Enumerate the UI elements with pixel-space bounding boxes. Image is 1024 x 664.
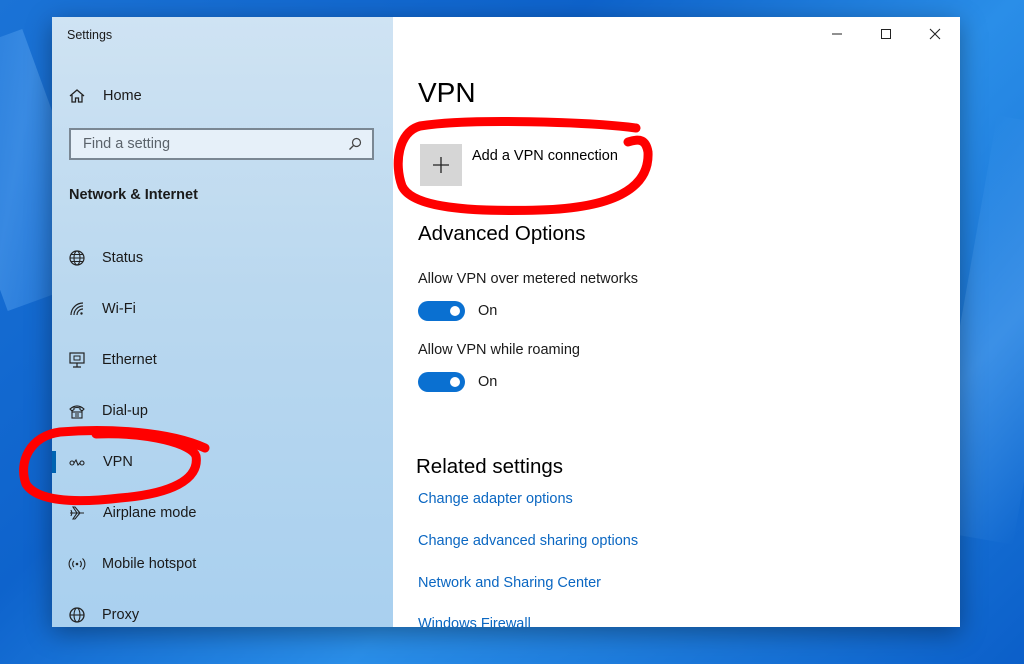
- change-adapter-options-link[interactable]: Change adapter options: [418, 491, 573, 507]
- search-input[interactable]: Find a setting: [69, 128, 374, 160]
- sidebar-item-label: Home: [103, 88, 142, 104]
- section-title: Network & Internet: [69, 187, 198, 203]
- sidebar-item-ethernet[interactable]: Ethernet: [52, 340, 393, 380]
- sidebar-item-label: Status: [102, 250, 144, 266]
- add-vpn-label[interactable]: Add a VPN connection: [472, 148, 618, 164]
- related-settings-heading: Related settings: [416, 455, 564, 478]
- maximize-icon: [881, 29, 891, 39]
- airplane-icon: [68, 504, 86, 522]
- sidebar-item-status[interactable]: Status: [52, 238, 393, 278]
- metered-networks-state: On: [478, 303, 498, 319]
- wifi-icon: [68, 300, 86, 318]
- minimize-icon: [832, 33, 842, 35]
- search-icon: [349, 137, 362, 150]
- sidebar-item-vpn[interactable]: VPN: [52, 442, 393, 482]
- minimize-button[interactable]: [814, 17, 860, 51]
- proxy-icon: [68, 606, 86, 624]
- phone-icon: [68, 402, 86, 420]
- settings-window: Settings Home Find a setting Network & I…: [52, 17, 960, 627]
- sidebar-item-label: Airplane mode: [103, 505, 197, 521]
- sidebar-item-label: Wi-Fi: [102, 301, 136, 317]
- add-vpn-button[interactable]: [420, 144, 462, 186]
- maximize-button[interactable]: [863, 17, 909, 51]
- sidebar-item-label: Mobile hotspot: [102, 556, 197, 572]
- change-advanced-sharing-link[interactable]: Change advanced sharing options: [418, 533, 638, 549]
- toggle-knob: [450, 306, 460, 316]
- advanced-options-heading: Advanced Options: [418, 222, 586, 245]
- globe-icon: [68, 249, 86, 267]
- sidebar: Settings Home Find a setting Network & I…: [52, 17, 393, 627]
- sidebar-item-airplane-mode[interactable]: Airplane mode: [52, 493, 393, 533]
- ethernet-icon: [68, 351, 86, 369]
- sidebar-item-dialup[interactable]: Dial-up: [52, 391, 393, 431]
- close-button[interactable]: [912, 17, 958, 51]
- search-placeholder: Find a setting: [83, 136, 171, 152]
- metered-networks-toggle[interactable]: [418, 301, 465, 321]
- plus-icon: [433, 157, 449, 173]
- active-indicator: [52, 451, 56, 473]
- sidebar-item-proxy[interactable]: Proxy: [52, 595, 393, 627]
- toggle-knob: [450, 377, 460, 387]
- network-sharing-center-link[interactable]: Network and Sharing Center: [418, 575, 601, 591]
- sidebar-item-label: Dial-up: [102, 403, 148, 419]
- hotspot-icon: [68, 555, 86, 573]
- window-title: Settings: [67, 28, 113, 42]
- roaming-label: Allow VPN while roaming: [418, 342, 580, 358]
- sidebar-item-home[interactable]: Home: [52, 76, 393, 116]
- roaming-state: On: [478, 374, 498, 390]
- sidebar-item-label: Ethernet: [102, 352, 157, 368]
- close-icon: [929, 28, 941, 40]
- roaming-toggle[interactable]: [418, 372, 465, 392]
- sidebar-item-mobile-hotspot[interactable]: Mobile hotspot: [52, 544, 393, 584]
- sidebar-item-label: VPN: [103, 454, 133, 470]
- sidebar-item-label: Proxy: [102, 607, 140, 623]
- page-title: VPN: [418, 77, 476, 108]
- metered-networks-label: Allow VPN over metered networks: [418, 271, 638, 287]
- vpn-icon: [68, 453, 86, 471]
- main-content: VPN Add a VPN connection Advanced Option…: [393, 17, 960, 627]
- windows-firewall-link[interactable]: Windows Firewall: [418, 616, 531, 627]
- home-icon: [68, 87, 86, 105]
- sidebar-item-wifi[interactable]: Wi-Fi: [52, 289, 393, 329]
